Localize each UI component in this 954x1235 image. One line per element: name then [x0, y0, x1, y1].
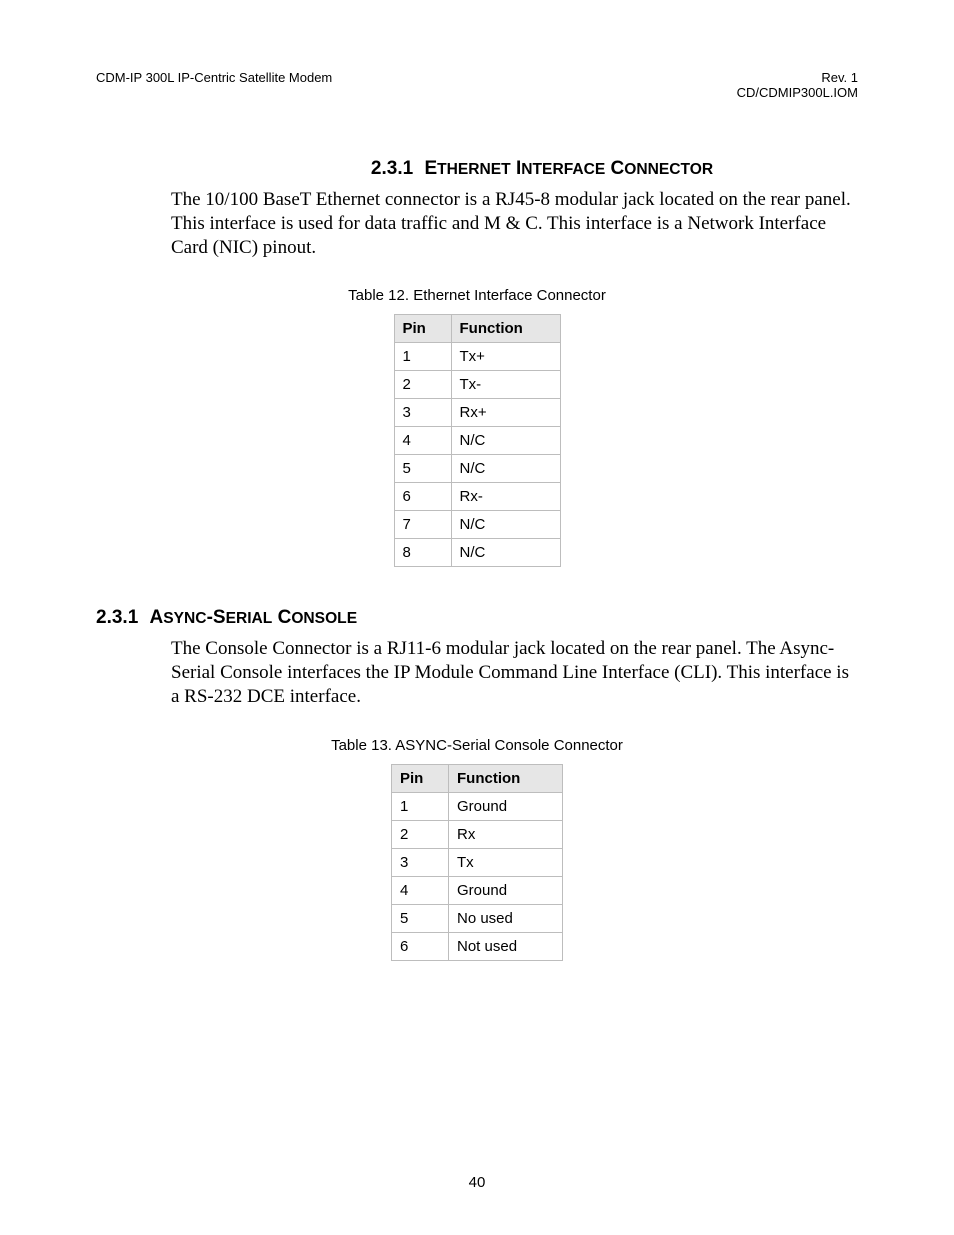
cell-pin: 5 — [392, 904, 449, 932]
cell-function: Ground — [449, 792, 563, 820]
th-function: Function — [449, 764, 563, 792]
cell-pin: 4 — [392, 876, 449, 904]
table12-caption: Table 12. Ethernet Interface Connector — [96, 287, 858, 304]
table-row: 2Rx — [392, 820, 563, 848]
cell-function: Rx+ — [451, 399, 560, 427]
cell-function: Rx- — [451, 483, 560, 511]
cell-function: Ground — [449, 876, 563, 904]
cell-pin: 2 — [392, 820, 449, 848]
cell-pin: 2 — [394, 371, 451, 399]
table-row: 6Not used — [392, 932, 563, 960]
th-pin: Pin — [392, 764, 449, 792]
table-row: 4Ground — [392, 876, 563, 904]
section-number: 2.3.1 — [371, 158, 413, 179]
cell-pin: 5 — [394, 455, 451, 483]
cell-pin: 8 — [394, 539, 451, 567]
cell-function: N/C — [451, 539, 560, 567]
table-row: 2Tx- — [394, 371, 560, 399]
cell-pin: 3 — [392, 848, 449, 876]
header-left: CDM-IP 300L IP-Centric Satellite Modem — [96, 70, 332, 100]
table-row: 1Tx+ — [394, 343, 560, 371]
ethernet-pinout-table: Pin Function 1Tx+ 2Tx- 3Rx+ 4N/C 5N/C 6R… — [394, 314, 561, 567]
cell-pin: 6 — [394, 483, 451, 511]
cell-function: Rx — [449, 820, 563, 848]
table-row: 4N/C — [394, 427, 560, 455]
section-heading-async: 2.3.1 ASYNC-SERIAL CONSOLE — [96, 607, 858, 629]
header-doc-id: CD/CDMIP300L.IOM — [737, 85, 858, 100]
cell-function: Tx — [449, 848, 563, 876]
cell-function: No used — [449, 904, 563, 932]
table-row: 5No used — [392, 904, 563, 932]
async-pinout-table: Pin Function 1Ground 2Rx 3Tx 4Ground 5No… — [391, 764, 563, 961]
cell-pin: 1 — [394, 343, 451, 371]
table-header-row: Pin Function — [392, 764, 563, 792]
cell-pin: 1 — [392, 792, 449, 820]
cell-pin: 7 — [394, 511, 451, 539]
table-row: 3Rx+ — [394, 399, 560, 427]
cell-function: N/C — [451, 455, 560, 483]
table-row: 6Rx- — [394, 483, 560, 511]
table-row: 5N/C — [394, 455, 560, 483]
header-rev: Rev. 1 — [737, 70, 858, 85]
section-heading-ethernet: 2.3.1 ETHERNET INTERFACE CONNECTOR — [226, 158, 858, 180]
cell-function: N/C — [451, 427, 560, 455]
page-number: 40 — [0, 1174, 954, 1191]
header-right: Rev. 1 CD/CDMIP300L.IOM — [737, 70, 858, 100]
cell-pin: 3 — [394, 399, 451, 427]
table13-caption: Table 13. ASYNC-Serial Console Connector — [96, 737, 858, 754]
cell-function: Tx+ — [451, 343, 560, 371]
table-header-row: Pin Function — [394, 315, 560, 343]
section-title: ETHERNET INTERFACE CONNECTOR — [424, 158, 713, 179]
th-pin: Pin — [394, 315, 451, 343]
cell-function: Not used — [449, 932, 563, 960]
th-function: Function — [451, 315, 560, 343]
cell-function: N/C — [451, 511, 560, 539]
section2-body: The Console Connector is a RJ11-6 modula… — [171, 637, 858, 708]
cell-pin: 6 — [392, 932, 449, 960]
section-title: ASYNC-SERIAL CONSOLE — [150, 607, 358, 628]
cell-function: Tx- — [451, 371, 560, 399]
section1-body: The 10/100 BaseT Ethernet connector is a… — [171, 188, 858, 259]
table-row: 8N/C — [394, 539, 560, 567]
table-row: 3Tx — [392, 848, 563, 876]
cell-pin: 4 — [394, 427, 451, 455]
table-row: 1Ground — [392, 792, 563, 820]
page-header: CDM-IP 300L IP-Centric Satellite Modem R… — [96, 70, 858, 100]
table-row: 7N/C — [394, 511, 560, 539]
section-number: 2.3.1 — [96, 607, 138, 628]
